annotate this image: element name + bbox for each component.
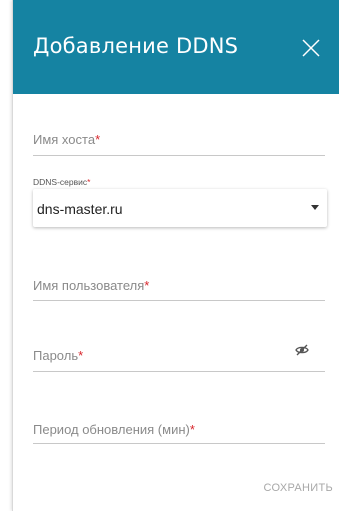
hostname-underline <box>33 155 325 156</box>
dialog-title: Добавление DDNS <box>33 34 239 58</box>
username-label: Имя пользователя <box>33 278 145 293</box>
required-mark: * <box>78 348 84 363</box>
password-label: Пароль <box>33 348 79 363</box>
username-field[interactable]: Имя пользователя* <box>33 274 325 304</box>
required-mark: * <box>189 422 195 437</box>
password-underline <box>33 371 325 372</box>
period-label: Период обновления (мин) <box>33 422 190 437</box>
password-field[interactable]: Пароль* <box>33 344 325 374</box>
required-mark: * <box>144 278 150 293</box>
dialog-header: Добавление DDNS <box>13 0 339 94</box>
hostname-field[interactable]: Имя хоста* <box>33 128 325 158</box>
required-mark: * <box>95 132 101 147</box>
eye-off-icon[interactable] <box>295 343 309 357</box>
period-field[interactable]: Период обновления (мин)* <box>33 418 325 448</box>
ddns-dialog: Добавление DDNS Имя хоста* DDNS-сервис* … <box>12 0 339 511</box>
hostname-label: Имя хоста <box>33 132 96 147</box>
service-label: DDNS-сервис* <box>33 177 91 187</box>
chevron-down-icon <box>311 205 319 210</box>
service-select[interactable]: dns-master.ru <box>33 189 327 227</box>
period-underline <box>33 443 325 444</box>
username-underline <box>33 300 325 301</box>
close-icon[interactable] <box>297 34 325 62</box>
save-button[interactable]: СОХРАНИТЬ <box>253 482 333 502</box>
service-value: dns-master.ru <box>37 201 123 217</box>
